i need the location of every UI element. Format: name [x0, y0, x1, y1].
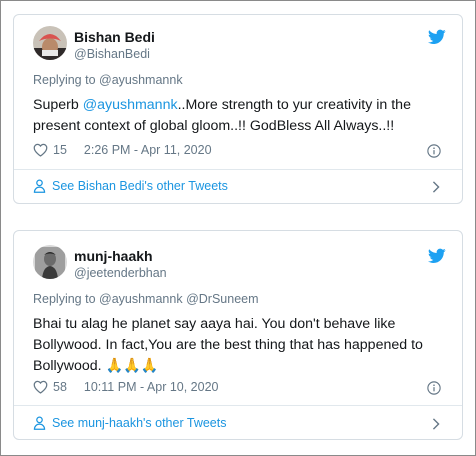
- replying-to: Replying to @ayushmannk @DrSuneem: [33, 292, 259, 306]
- like-count: 15: [53, 143, 67, 157]
- folded-hands-emoji: 🙏🙏🙏: [105, 358, 159, 374]
- tweet-text: Bhai tu alag he planet say aaya hai. You…: [33, 314, 453, 377]
- replying-to: Replying to @ayushmannk: [33, 73, 183, 87]
- divider: [14, 169, 462, 170]
- see-other-tweets-link[interactable]: See munj-haakh's other Tweets: [33, 416, 226, 430]
- tweet-text: Superb @ayushmannk..More strength to yur…: [33, 95, 453, 137]
- see-other-tweets-label: See Bishan Bedi's other Tweets: [52, 179, 228, 193]
- tweet-text-line: Bollywood. 🙏🙏🙏: [33, 356, 453, 377]
- twitter-bird-icon[interactable]: [428, 248, 446, 264]
- heart-icon: [33, 380, 48, 394]
- divider: [14, 405, 462, 406]
- like-count: 58: [53, 380, 67, 394]
- see-other-tweets-label: See munj-haakh's other Tweets: [52, 416, 227, 430]
- tweet-card[interactable]: Bishan Bedi @BishanBedi Replying to @ayu…: [13, 14, 463, 204]
- reply-mention-link[interactable]: @DrSuneem: [186, 292, 258, 306]
- chevron-right-icon[interactable]: [431, 181, 441, 193]
- chevron-right-icon[interactable]: [431, 418, 441, 430]
- tweet-text-fragment: Superb: [33, 97, 83, 113]
- twitter-bird-icon[interactable]: [428, 29, 446, 45]
- tweet-text-line: present context of global gloom..!! GodB…: [33, 118, 395, 134]
- like-button[interactable]: 58: [33, 380, 67, 394]
- tweet-text-fragment: ..More strength to yur creativity in the: [177, 97, 411, 113]
- tweet-card[interactable]: munj-haakh @jeetenderbhan Replying to @a…: [13, 230, 463, 440]
- like-button[interactable]: 15: [33, 143, 67, 157]
- tweet-meta: 58 10:11 PM - Apr 10, 2020: [33, 380, 218, 394]
- tweet-text-fragment: Bollywood.: [33, 358, 106, 374]
- tweet-text-line: Bollywood. In fact,You are the best thin…: [33, 337, 423, 353]
- mention-link[interactable]: @ayushmannk: [83, 97, 178, 113]
- avatar[interactable]: [33, 245, 67, 279]
- person-icon: [33, 179, 46, 193]
- user-handle[interactable]: @jeetenderbhan: [74, 266, 167, 280]
- timestamp-link[interactable]: 2:26 PM - Apr 11, 2020: [84, 143, 212, 157]
- tweet-text-line: Superb @ayushmannk..More strength to yur…: [33, 95, 453, 116]
- display-name[interactable]: Bishan Bedi: [74, 29, 155, 45]
- avatar[interactable]: [33, 26, 67, 60]
- replying-label: Replying to: [33, 292, 100, 306]
- reply-mention-link[interactable]: @ayushmannk: [99, 73, 183, 87]
- person-icon: [33, 416, 46, 430]
- info-icon[interactable]: [427, 381, 441, 395]
- user-handle[interactable]: @BishanBedi: [74, 47, 150, 61]
- info-icon[interactable]: [427, 144, 441, 158]
- display-name[interactable]: munj-haakh: [74, 248, 153, 264]
- see-other-tweets-link[interactable]: See Bishan Bedi's other Tweets: [33, 179, 228, 193]
- reply-mention-link[interactable]: @ayushmannk: [99, 292, 183, 306]
- heart-icon: [33, 143, 48, 157]
- tweet-text-line: Bhai tu alag he planet say aaya hai. You…: [33, 316, 396, 332]
- tweet-meta: 15 2:26 PM - Apr 11, 2020: [33, 143, 212, 157]
- timestamp-link[interactable]: 10:11 PM - Apr 10, 2020: [84, 380, 219, 394]
- replying-label: Replying to: [33, 73, 100, 87]
